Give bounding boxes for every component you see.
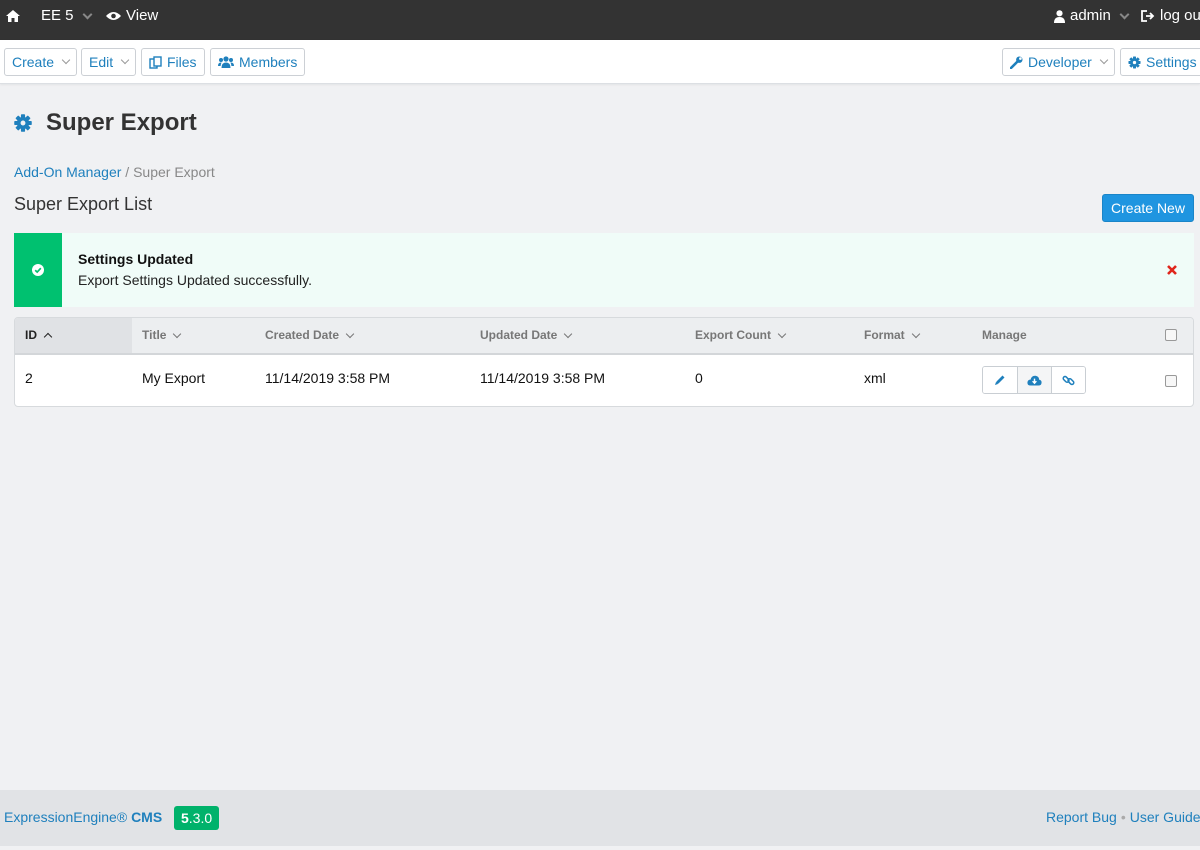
table-header: ID Title Created Date Updated Date Expor… xyxy=(15,318,1193,355)
view-label: View xyxy=(126,7,159,24)
page-header: Super Export xyxy=(14,108,197,138)
column-header-manage: Manage xyxy=(982,318,1027,353)
wrench-icon xyxy=(1010,56,1023,69)
developer-menu-button[interactable]: Developer xyxy=(1002,48,1115,76)
members-label: Members xyxy=(239,54,298,70)
report-bug-link[interactable]: Report Bug xyxy=(1046,809,1117,825)
breadcrumb-addon-manager-link[interactable]: Add-On Manager xyxy=(14,164,121,180)
alert-icon-bar xyxy=(14,233,62,307)
chevron-down-icon xyxy=(120,55,130,65)
column-label: Title xyxy=(142,328,167,342)
footer-link-separator: • xyxy=(1120,809,1126,825)
footer-links: Report Bug • User Guide xyxy=(1046,809,1200,825)
list-heading: Super Export List xyxy=(14,194,153,214)
brand-suffix: CMS xyxy=(131,809,163,825)
logout-link[interactable]: log out xyxy=(1141,0,1200,32)
edit-menu-button[interactable]: Edit xyxy=(81,48,137,76)
download-export-button[interactable] xyxy=(1017,367,1051,393)
site-switcher[interactable]: EE 5 xyxy=(41,0,92,32)
link-icon xyxy=(1062,375,1075,385)
home-icon xyxy=(6,10,20,22)
column-header-updated-date[interactable]: Updated Date xyxy=(480,318,573,353)
alert-title: Settings Updated xyxy=(78,251,194,267)
edit-label: Edit xyxy=(89,54,114,70)
eye-icon xyxy=(106,12,121,20)
version-rest: .3.0 xyxy=(188,810,213,826)
top-bar: EE 5 View admin log out xyxy=(0,0,1200,40)
settings-label: Settings xyxy=(1146,54,1197,70)
chevron-down-icon xyxy=(82,9,92,19)
column-label: Created Date xyxy=(265,328,340,342)
row-select-checkbox[interactable] xyxy=(1165,375,1177,387)
edit-export-button[interactable] xyxy=(983,367,1017,393)
column-label: Manage xyxy=(982,328,1027,342)
files-icon xyxy=(149,55,162,69)
close-icon[interactable] xyxy=(1166,263,1178,277)
column-header-id[interactable]: ID xyxy=(15,318,132,353)
create-menu-button[interactable]: Create xyxy=(4,48,78,76)
logout-label: log out xyxy=(1160,7,1200,24)
column-header-created-date[interactable]: Created Date xyxy=(265,318,355,353)
breadcrumb: Add-On Manager / Super Export xyxy=(14,164,215,180)
select-all-checkbox[interactable] xyxy=(1165,329,1177,341)
chevron-down-icon xyxy=(345,329,355,338)
breadcrumb-current: Super Export xyxy=(133,164,215,180)
cloud-download-icon xyxy=(1027,375,1042,385)
user-menu[interactable]: admin xyxy=(1054,0,1130,32)
version-major: 5 xyxy=(181,810,189,826)
user-guide-link[interactable]: User Guide xyxy=(1130,809,1200,825)
gear-icon xyxy=(1128,55,1141,69)
footer-brand-link[interactable]: ExpressionEngine® CMS xyxy=(4,809,162,825)
footer: ExpressionEngine® CMS 5.3.0 Report Bug • U… xyxy=(0,790,1200,846)
column-label: Export Count xyxy=(695,328,771,342)
alert-message: Export Settings Updated successfully. xyxy=(78,272,312,288)
column-label: Updated Date xyxy=(480,328,558,342)
cell-id: 2 xyxy=(25,370,33,386)
user-name: admin xyxy=(1070,7,1111,24)
files-button[interactable]: Files xyxy=(141,48,205,76)
success-alert: Settings Updated Export Settings Updated… xyxy=(14,233,1194,307)
breadcrumb-separator: / xyxy=(125,164,130,180)
exports-table: ID Title Created Date Updated Date Expor… xyxy=(14,317,1194,407)
logout-icon xyxy=(1141,10,1155,22)
column-header-format[interactable]: Format xyxy=(864,318,920,353)
column-label: ID xyxy=(25,328,37,342)
column-header-title[interactable]: Title xyxy=(142,318,182,353)
page-title: Super Export xyxy=(46,109,197,136)
chevron-down-icon xyxy=(911,329,920,338)
chevron-down-icon xyxy=(777,329,787,338)
developer-label: Developer xyxy=(1028,54,1092,70)
column-label: Format xyxy=(864,328,905,342)
members-button[interactable]: Members xyxy=(210,48,306,76)
site-name: EE 5 xyxy=(41,7,74,24)
chevron-up-icon xyxy=(43,332,53,342)
settings-button[interactable]: Settings xyxy=(1120,48,1200,76)
version-badge[interactable]: 5.3.0 xyxy=(174,806,220,830)
chevron-down-icon xyxy=(61,55,71,65)
view-site-link[interactable]: View xyxy=(106,0,158,32)
chevron-down-icon xyxy=(564,329,573,338)
cell-format: xml xyxy=(864,370,886,386)
cell-updated-date: 11/14/2019 3:58 PM xyxy=(480,370,606,386)
gear-icon xyxy=(14,114,32,132)
members-icon xyxy=(218,56,234,68)
chevron-down-icon xyxy=(1099,55,1109,65)
pencil-icon xyxy=(995,375,1005,385)
chevron-down-icon xyxy=(173,329,182,338)
files-label: Files xyxy=(167,54,197,70)
cell-created-date: 11/14/2019 3:58 PM xyxy=(265,370,391,386)
user-icon xyxy=(1054,9,1065,23)
manage-toolbar xyxy=(982,366,1086,394)
brand-name: ExpressionEngine® xyxy=(4,809,128,825)
main-nav: Create Edit Files Members Developer Sett… xyxy=(0,40,1200,84)
column-header-export-count[interactable]: Export Count xyxy=(695,318,787,353)
cell-export-count: 0 xyxy=(695,370,703,386)
chevron-down-icon xyxy=(1119,9,1130,19)
create-new-button[interactable]: Create New xyxy=(1102,194,1194,222)
cell-title: My Export xyxy=(142,370,206,386)
check-circle-icon xyxy=(32,264,44,276)
home-link[interactable] xyxy=(6,0,20,32)
copy-link-button[interactable] xyxy=(1051,367,1085,393)
create-label: Create xyxy=(12,54,55,70)
